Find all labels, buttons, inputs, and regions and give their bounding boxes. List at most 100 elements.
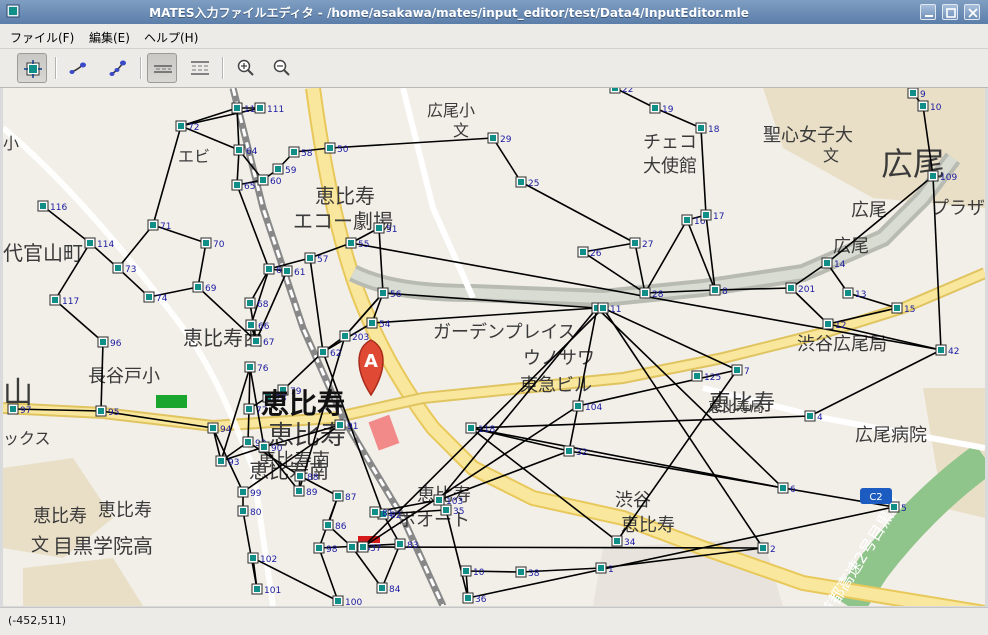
road-node[interactable]: 42 [935,344,959,357]
lane-view-tool[interactable] [147,53,177,83]
road-node[interactable]: 17 [700,209,724,222]
road-node[interactable]: 114 [84,237,114,250]
road-node[interactable]: 81 [369,506,393,519]
road-node[interactable]: 1 [595,562,614,575]
zoom-out-button[interactable] [267,53,297,83]
road-node[interactable]: 50 [324,142,349,155]
road-node[interactable]: 117 [49,294,79,307]
road-node[interactable]: 201 [785,282,815,295]
zoom-in-button[interactable] [231,53,261,83]
road-node[interactable]: 90 [258,441,283,454]
road-node[interactable]: 19 [649,102,674,115]
node-label: 94 [220,425,232,435]
road-node[interactable]: 65 [231,179,255,192]
road-node[interactable]: 6 [777,482,796,495]
road-node[interactable]: 15 [891,302,915,315]
map-canvas[interactable]: 広尾小文聖心女子大文広尾 チェコ 大使館 恵比寿 エコー劇場 代官山町 広尾 プラザ 広尾 ガーデ… [3,88,985,606]
select-node-tool[interactable] [17,53,47,83]
road-node[interactable]: 101 [251,583,281,596]
road-node[interactable]: 55 [345,237,369,250]
add-multi-link-tool[interactable] [103,53,133,83]
road-node[interactable]: 8 [709,284,728,297]
road-node[interactable]: 10 [460,565,485,578]
road-node[interactable]: 83 [394,538,418,551]
road-node[interactable]: 87 [332,490,356,503]
road-node[interactable]: 100 [332,595,362,606]
road-node[interactable]: 10 [917,100,942,113]
road-node[interactable]: 51 [373,222,397,235]
road-node[interactable]: 94 [207,422,232,435]
road-node[interactable]: 72 [175,120,199,133]
road-node[interactable]: 111 [254,102,284,115]
menu-file[interactable]: ファイル(F) [10,29,74,46]
road-node[interactable]: 28 [639,287,664,300]
road-node[interactable]: 73 [112,262,136,275]
road-node[interactable]: 13 [842,287,866,300]
road-node[interactable]: 2 [757,542,776,555]
road-node[interactable]: 36 [462,592,487,605]
road-node[interactable]: 59 [272,163,297,176]
road-node[interactable]: 38 [515,566,540,579]
road-node[interactable]: 71 [147,219,171,232]
road-node[interactable]: 88 [294,470,319,483]
road-node[interactable]: 118 [465,422,495,435]
road-node[interactable]: 66 [245,319,270,332]
road-node[interactable]: 4 [804,410,823,423]
close-button[interactable] [964,4,980,20]
road-node[interactable]: 60 [257,174,282,187]
maximize-button[interactable] [942,4,958,20]
road-node[interactable]: 76 [244,361,269,374]
road-node[interactable]: 14 [821,257,846,270]
road-node[interactable]: 57 [304,252,328,265]
road-node[interactable]: 104 [572,400,602,413]
road-node[interactable]: 12 [822,318,846,331]
road-node[interactable]: 102 [247,552,277,565]
road-node[interactable]: 99 [237,486,262,499]
road-node[interactable]: 67 [250,335,274,348]
road-node[interactable]: 80 [237,505,262,518]
road-node[interactable]: 7 [731,364,750,377]
road-node[interactable]: 5 [888,501,907,514]
road-node[interactable]: 86 [322,519,347,532]
road-node[interactable]: 84 [376,582,401,595]
minimize-button[interactable] [920,4,936,20]
road-node[interactable]: 61 [281,265,305,278]
road-node[interactable]: 96 [97,336,122,349]
menu-edit[interactable]: 編集(E) [89,29,130,46]
road-node[interactable]: 32 [563,445,587,458]
road-node[interactable]: 91 [334,419,358,432]
road-node[interactable]: 125 [691,370,721,383]
road-node[interactable]: 109 [927,170,957,183]
road-node[interactable]: 27 [629,237,653,250]
road-node[interactable]: 98 [313,542,338,555]
road-node[interactable]: 69 [192,281,217,294]
road-node[interactable]: 56 [377,287,402,300]
road-node[interactable]: 37 [357,541,381,554]
road-node[interactable]: 70 [200,237,225,250]
road-node[interactable]: 97 [7,403,31,416]
lane-detail-tool[interactable] [185,53,215,83]
road-node[interactable]: 18 [695,122,720,135]
road-node[interactable]: 11 [597,302,621,315]
road-node[interactable]: 116 [37,200,67,213]
road-node[interactable]: 34 [611,535,636,548]
road-node[interactable]: 29 [487,132,512,145]
add-link-tool[interactable] [63,53,93,83]
road-node[interactable]: 35 [440,504,464,517]
road-node[interactable]: 64 [233,144,258,157]
road-node[interactable]: 9 [907,88,926,100]
road-node[interactable]: 54 [366,317,391,330]
road-node[interactable]: 93 [215,455,239,468]
road-node[interactable]: 95 [95,405,119,418]
menu-help[interactable]: ヘルプ(H) [144,29,198,46]
node-core [436,497,442,503]
road-node[interactable]: 62 [317,346,341,359]
road-node[interactable]: 26 [577,246,602,259]
road-node[interactable]: 58 [288,146,313,159]
road-node[interactable]: 68 [244,297,269,310]
road-network-map[interactable]: 広尾小文 聖心女子大文 広尾チェコ大使館恵比寿エコー劇場代官山町広尾 プラザ広尾ガーデ… [3,88,985,606]
road-node[interactable]: 25 [515,176,539,189]
road-node[interactable]: 74 [143,291,168,304]
road-node[interactable]: 203 [339,330,369,343]
road-node[interactable]: 89 [293,485,318,498]
